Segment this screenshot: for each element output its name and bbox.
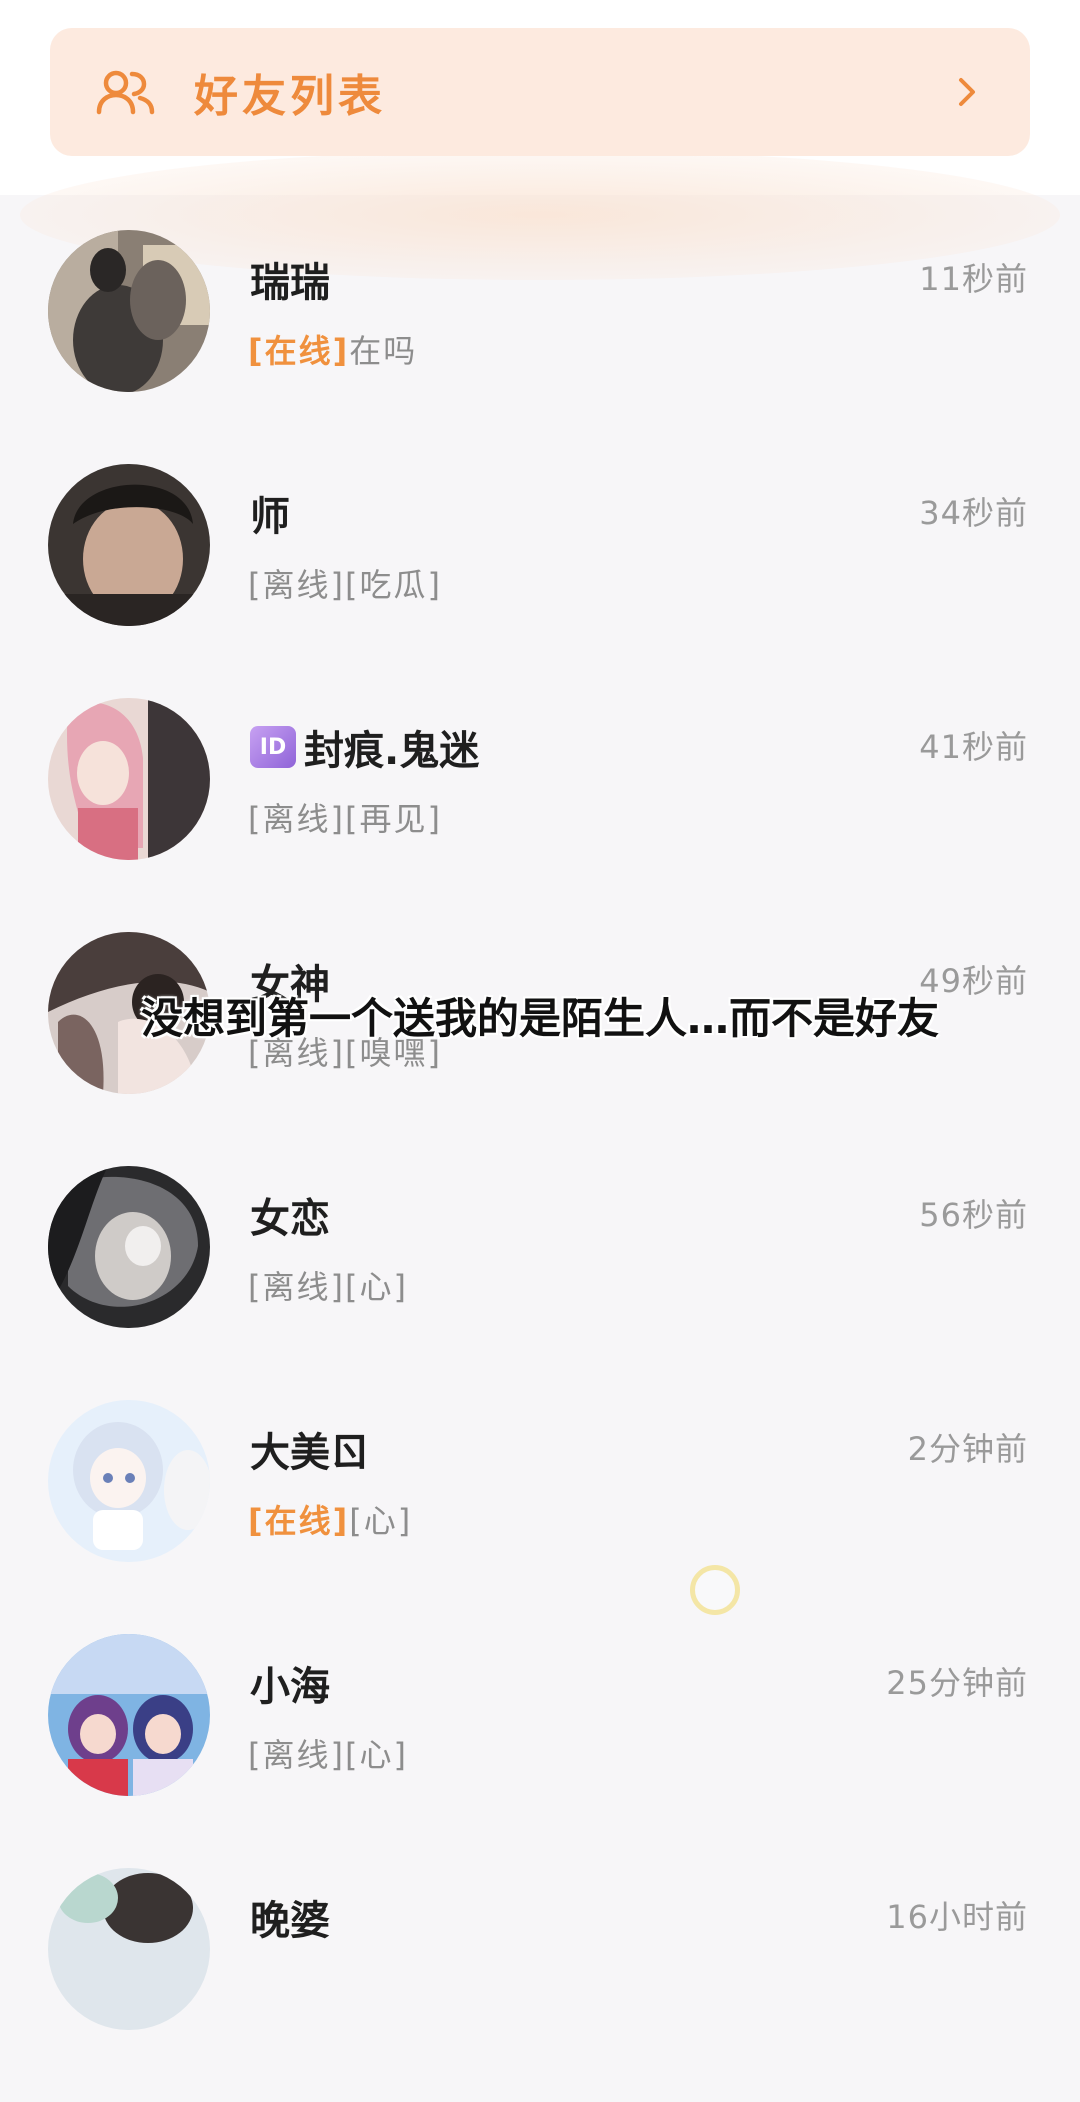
contact-preview: [在线]在吗 bbox=[248, 326, 417, 372]
users-icon bbox=[96, 68, 156, 116]
contact-row[interactable]: 大美ㄖ [在线][心] 2分钟前 bbox=[0, 1400, 1080, 1634]
contact-name: 瑞瑞 bbox=[250, 260, 330, 306]
contact-preview: [离线][心] bbox=[248, 1730, 408, 1776]
avatar bbox=[48, 1400, 210, 1562]
contact-row[interactable]: 晚婆 16小时前 bbox=[0, 1868, 1080, 2102]
contact-preview: [离线][再见] bbox=[248, 794, 442, 840]
last-message: [心] bbox=[344, 1736, 408, 1774]
contact-name: 师 bbox=[250, 494, 290, 540]
friends-list-button[interactable]: 好友列表 bbox=[50, 28, 1030, 156]
video-caption: 没想到第一个送我的是陌生人…而不是好友 bbox=[140, 994, 939, 1043]
avatar bbox=[48, 1868, 210, 2030]
contact-name: 晚婆 bbox=[250, 1898, 330, 1944]
status-badge: [在线] bbox=[248, 332, 350, 370]
last-message: [吃瓜] bbox=[344, 566, 442, 604]
timestamp: 2分钟前 bbox=[907, 1430, 1028, 1468]
contact-preview: [离线][吃瓜] bbox=[248, 560, 442, 606]
contact-preview: [在线][心] bbox=[248, 1496, 412, 1542]
contact-row[interactable]: ID 封痕.鬼迷 [离线][再见] 41秒前 bbox=[0, 698, 1080, 932]
contact-row[interactable]: 女恋 [离线][心] 56秒前 bbox=[0, 1166, 1080, 1400]
avatar bbox=[48, 464, 210, 626]
avatar bbox=[48, 1166, 210, 1328]
id-badge: ID bbox=[250, 726, 296, 768]
timestamp: 25分钟前 bbox=[886, 1664, 1028, 1702]
contact-row[interactable]: 师 [离线][吃瓜] 34秒前 bbox=[0, 464, 1080, 698]
timestamp: 56秒前 bbox=[919, 1196, 1028, 1234]
status-badge: [离线] bbox=[248, 566, 345, 604]
status-badge: [在线] bbox=[248, 1502, 350, 1540]
contact-name: 大美ㄖ bbox=[250, 1430, 370, 1476]
friends-list-label: 好友列表 bbox=[194, 71, 386, 122]
last-message: [再见] bbox=[344, 800, 442, 838]
timestamp: 34秒前 bbox=[919, 494, 1028, 532]
contact-row[interactable]: 瑞瑞 [在线]在吗 11秒前 bbox=[0, 230, 1080, 464]
contact-row[interactable]: 小海 [离线][心] 25分钟前 bbox=[0, 1634, 1080, 1868]
contact-name: ID 封痕.鬼迷 bbox=[250, 718, 479, 776]
status-badge: [离线] bbox=[248, 800, 345, 838]
contact-name: 女恋 bbox=[250, 1196, 330, 1242]
status-badge: [离线] bbox=[248, 1736, 345, 1774]
status-badge: [离线] bbox=[248, 1268, 345, 1306]
avatar bbox=[48, 1634, 210, 1796]
avatar bbox=[48, 230, 210, 392]
last-message: [心] bbox=[344, 1268, 408, 1306]
touch-indicator bbox=[690, 1565, 740, 1615]
contact-preview: [离线][心] bbox=[248, 1262, 408, 1308]
contact-row[interactable]: 女神 [离线][嗅嘿] 49秒前 bbox=[0, 932, 1080, 1166]
avatar bbox=[48, 698, 210, 860]
timestamp: 41秒前 bbox=[919, 728, 1028, 766]
timestamp: 11秒前 bbox=[919, 260, 1028, 298]
timestamp: 16小时前 bbox=[886, 1898, 1028, 1936]
contact-name: 小海 bbox=[250, 1664, 330, 1710]
chevron-right-icon bbox=[952, 72, 982, 112]
last-message: [心] bbox=[349, 1502, 413, 1540]
last-message: 在吗 bbox=[349, 332, 418, 370]
